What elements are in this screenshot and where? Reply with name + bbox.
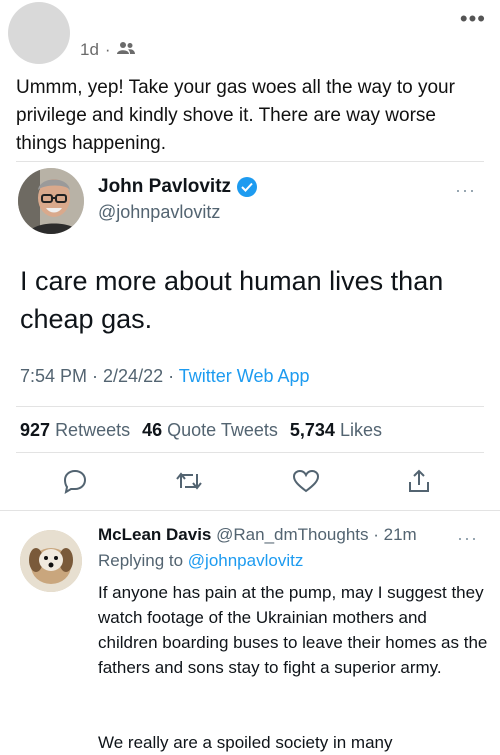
quotes-label: Quote Tweets [167, 420, 278, 440]
post-time[interactable]: 1d [80, 40, 99, 60]
tweet-author: John Pavlovitz [98, 176, 258, 198]
retweets-count: 927 [20, 420, 51, 440]
like-icon[interactable] [292, 468, 320, 499]
post-meta: 1d · [80, 40, 135, 60]
retweet-icon[interactable] [175, 468, 203, 499]
tweet-text: I care more about human lives than cheap… [20, 266, 444, 334]
reply-header: McLean Davis @Ran_dmThoughts · 21m [98, 525, 417, 545]
retweets-label: Retweets [55, 420, 131, 440]
replying-to: Replying to @johnpavlovitz [98, 551, 303, 571]
tweet-stats: 927 Retweets 46 Quote Tweets 5,734 Likes [20, 420, 382, 441]
likes-label: Likes [339, 420, 382, 440]
tweet-author-handle[interactable]: @johnpavlovitz [98, 202, 220, 223]
share-icon[interactable] [406, 468, 432, 499]
reply-text: If anyone has pain at the pump, may I su… [98, 583, 488, 677]
divider [16, 452, 484, 453]
post-text: Ummm, yep! Take your gas woes all the wa… [16, 77, 455, 154]
tweet-app-link[interactable]: Twitter Web App [179, 366, 310, 386]
verified-check-icon [237, 177, 258, 197]
reply-icon[interactable] [62, 468, 88, 499]
reply-author-handle[interactable]: @Ran_dmThoughts [216, 525, 368, 544]
reply-more-icon[interactable]: ··· [457, 528, 478, 549]
reply-author-avatar[interactable] [20, 530, 82, 592]
quotes-count: 46 [142, 420, 163, 440]
divider [16, 406, 484, 407]
tweet-more-icon[interactable]: ··· [455, 180, 476, 201]
poster-avatar[interactable] [8, 2, 70, 64]
meta-separator: · [104, 40, 111, 59]
likes-count: 5,734 [289, 420, 335, 440]
reply-text-continued: We really are a spoiled society in many [98, 733, 393, 752]
reply-time[interactable]: · 21m [369, 525, 416, 544]
replying-handle-link[interactable]: @johnpavlovitz [188, 551, 304, 570]
quotes-stat[interactable]: 46 Quote Tweets [142, 420, 278, 441]
friends-icon [116, 40, 135, 60]
retweets-stat[interactable]: 927 Retweets [20, 420, 130, 441]
replying-prefix: Replying to [98, 551, 188, 570]
divider [16, 161, 484, 162]
tweet-time[interactable]: 7:54 PM · 2/24/22 · [20, 366, 179, 386]
likes-stat[interactable]: 5,734 Likes [290, 420, 382, 441]
divider [0, 510, 500, 511]
tweet-author-avatar[interactable] [18, 168, 84, 234]
post-more-icon[interactable]: ••• [460, 6, 486, 32]
tweet-meta: 7:54 PM · 2/24/22 · Twitter Web App [20, 366, 310, 387]
tweet-author-name[interactable]: John Pavlovitz [98, 176, 231, 198]
reply-author-name[interactable]: McLean Davis [98, 525, 211, 544]
